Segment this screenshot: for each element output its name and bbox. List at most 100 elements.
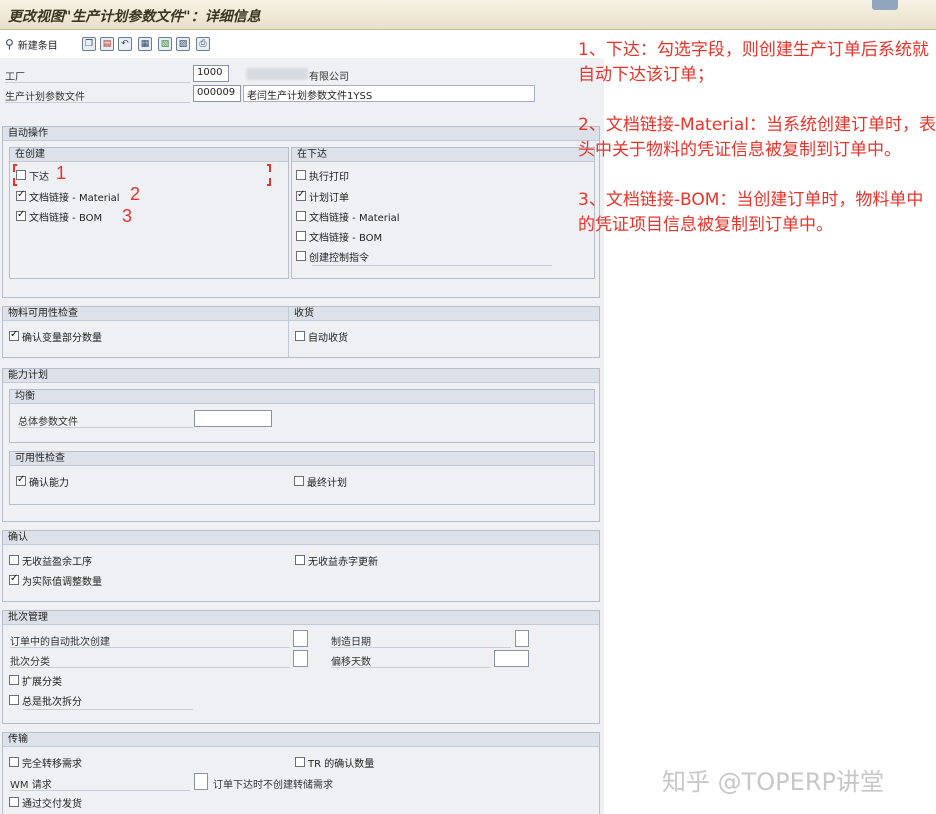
confirmation-group: 确认 无收益盈余工序 无收益赤字更新 为实际值调整数量 — [2, 530, 600, 602]
toolbar: ⚲ 新建条目 ❐ ▤ ↶ ▦ ▧ ▨ ⎙ — [0, 31, 600, 57]
no-deficit-checkbox[interactable]: 无收益赤字更新 — [295, 553, 378, 568]
via-delivery-checkbox[interactable]: 通过交付发货 — [9, 795, 82, 810]
transport-group: 传输 完全转移需求 TR 的确认数量 WM 请求 订单下达时不创建转储需求 通过… — [2, 732, 600, 814]
auto-ops-title: 自动操作 — [3, 127, 599, 141]
profile-input[interactable]: 000009 — [193, 85, 241, 102]
ext-class-checkbox[interactable]: 扩展分类 — [9, 673, 62, 688]
mfg-date-label: 制造日期 — [331, 637, 371, 648]
undo-icon: ↶ — [118, 37, 132, 51]
offset-days-label: 偏移天数 — [331, 657, 371, 668]
confirm-variable-qty-checkbox[interactable]: 确认变量部分数量 — [9, 329, 102, 344]
release-checkbox[interactable]: 下达 — [16, 168, 49, 183]
adjust-actual-checkbox[interactable]: 为实际值调整数量 — [9, 573, 102, 588]
profile-label: 生产计划参数文件 — [5, 92, 85, 103]
no-surplus-label: 无收益盈余工序 — [22, 556, 92, 568]
profile-underline — [5, 102, 190, 103]
new-entry-label: 新建条目 — [17, 40, 58, 52]
final-planning-label: 最终计划 — [307, 477, 347, 489]
tr-confirm-checkbox[interactable]: TR 的确认数量 — [295, 755, 375, 770]
deselect-icon: ▨ — [176, 37, 190, 51]
doc-link-material-label: 文档链接 - Material — [29, 192, 120, 204]
exec-print-label: 执行打印 — [309, 171, 349, 183]
transport-title: 传输 — [3, 733, 599, 747]
planned-order-checkbox[interactable]: 计划订单 — [296, 189, 349, 204]
undo-button[interactable]: ↶ — [118, 36, 132, 52]
availability-check-title: 物料可用性检查 — [3, 307, 288, 321]
create-control-instr-checkbox[interactable]: 创建控制指令 — [296, 249, 369, 264]
always-split-box — [9, 695, 19, 705]
batch-title: 批次管理 — [3, 611, 599, 625]
on-create-group: 在创建 下达 文档链接 - Material 文档链接 - BOM — [9, 147, 289, 279]
window-corner-icon — [872, 0, 898, 10]
auto-batch-input[interactable] — [293, 630, 308, 647]
create-control-instr-box — [296, 251, 306, 261]
release-box — [16, 170, 26, 180]
adjust-actual-box — [9, 573, 19, 585]
copy-button[interactable]: ❐ — [82, 36, 96, 52]
tr-confirm-label: TR 的确认数量 — [308, 758, 375, 770]
plant-label: 工厂 — [5, 72, 25, 83]
no-deficit-label: 无收益赤字更新 — [308, 556, 378, 568]
copy-icon: ❐ — [82, 37, 96, 51]
overall-profile-underline — [18, 427, 193, 428]
release-doc-link-bom-checkbox[interactable]: 文档链接 - BOM — [296, 229, 382, 244]
wm-request-label: WM 请求 — [10, 780, 52, 791]
overall-profile-input[interactable] — [194, 410, 272, 427]
final-planning-checkbox[interactable]: 最终计划 — [294, 474, 347, 489]
deselect-button[interactable]: ▨ — [176, 36, 190, 52]
release-doc-link-material-checkbox[interactable]: 文档链接 - Material — [296, 209, 400, 224]
planned-order-box — [296, 189, 306, 201]
release-doc-link-bom-box — [296, 231, 306, 241]
planned-order-label: 计划订单 — [309, 192, 349, 204]
no-surplus-checkbox[interactable]: 无收益盈余工序 — [9, 553, 92, 568]
offset-days-underline — [331, 667, 491, 668]
capacity-avail-title: 可用性检查 — [10, 452, 594, 466]
highlight-corner-br — [267, 178, 271, 186]
offset-days-input[interactable] — [494, 650, 529, 667]
highlight-corner-tr — [267, 164, 271, 172]
delete-button[interactable]: ▤ — [100, 36, 114, 52]
availability-receipt-group: 物料可用性检查 收货 确认变量部分数量 自动收货 — [2, 306, 600, 358]
select-block-icon: ▧ — [158, 37, 172, 51]
select-block-button[interactable]: ▧ — [158, 36, 172, 52]
control-instr-underline — [312, 265, 552, 266]
profile-description: 老闫生产计划参数文件1YSS — [243, 85, 535, 102]
goods-receipt-title: 收货 — [289, 307, 599, 321]
print-button[interactable]: ⎙ — [196, 36, 210, 52]
print-icon: ⎙ — [196, 37, 210, 51]
always-split-checkbox[interactable]: 总是批次拆分 — [9, 693, 82, 708]
wm-request-input[interactable] — [194, 773, 208, 790]
on-release-title: 在下达 — [292, 148, 594, 162]
title-bar: 更改视图"生产计划参数文件"：详细信息 — [0, 0, 936, 30]
confirm-capacity-label: 确认能力 — [29, 477, 69, 489]
exec-print-checkbox[interactable]: 执行打印 — [296, 168, 349, 183]
auto-ops-group: 自动操作 在创建 下达 文档链接 - Material 文档链接 - BOM 在… — [2, 126, 600, 298]
new-entry-button[interactable]: ⚲ 新建条目 — [5, 36, 58, 52]
exec-print-box — [296, 170, 306, 180]
column-divider — [288, 307, 289, 357]
auto-gr-checkbox[interactable]: 自动收货 — [295, 329, 348, 344]
via-delivery-label: 通过交付发货 — [22, 798, 82, 810]
capacity-avail-group: 可用性检查 确认能力 最终计划 — [9, 451, 595, 505]
full-transfer-box — [9, 757, 19, 767]
redacted-company-name — [246, 68, 308, 80]
highlight-corner-bl — [13, 178, 17, 186]
confirm-capacity-checkbox[interactable]: 确认能力 — [16, 474, 69, 489]
marker-2: 2 — [130, 184, 141, 204]
doc-link-material-checkbox[interactable]: 文档链接 - Material — [16, 189, 120, 204]
plant-input[interactable]: 1000 — [193, 65, 229, 82]
doc-link-bom-checkbox[interactable]: 文档链接 - BOM — [16, 209, 102, 224]
batch-class-input[interactable] — [293, 650, 308, 667]
full-transfer-checkbox[interactable]: 完全转移需求 — [9, 755, 82, 770]
select-all-button[interactable]: ▦ — [138, 36, 152, 52]
mfg-date-input[interactable] — [515, 630, 529, 647]
plant-description: 有限公司 — [309, 72, 349, 83]
note-1: 1、下达：勾选字段，则创建生产订单后系统就自动下达该订单； — [578, 40, 929, 85]
capacity-group: 能力计划 均衡 总体参数文件 可用性检查 确认能力 最终计划 — [2, 368, 600, 522]
no-deficit-box — [295, 555, 305, 565]
create-control-instr-label: 创建控制指令 — [309, 252, 369, 264]
mfg-date-underline — [331, 647, 511, 648]
watermark: 知乎 @TOPERP讲堂 — [662, 768, 884, 796]
always-split-underline — [23, 709, 193, 710]
ext-class-label: 扩展分类 — [22, 676, 62, 688]
